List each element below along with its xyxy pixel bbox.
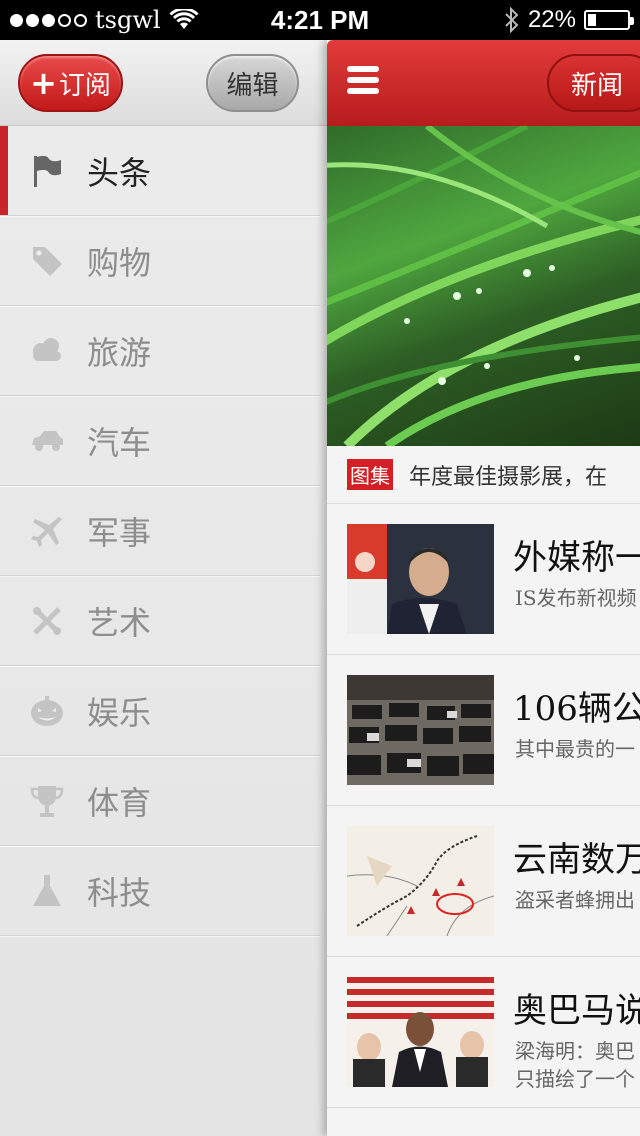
news-item[interactable]: 外媒称一 IS发布新视频 xyxy=(327,504,640,655)
subscribe-label: 订阅 xyxy=(58,70,111,101)
cloud-icon xyxy=(28,332,66,370)
sidebar-item-sports[interactable]: 体育 xyxy=(0,756,320,846)
news-thumbnail xyxy=(347,977,494,1087)
news-thumbnail xyxy=(347,524,494,634)
hero-caption-text: 年度最佳摄影展，在 xyxy=(409,464,608,490)
news-title: 云南数万 xyxy=(513,840,640,880)
battery-level xyxy=(588,14,597,26)
main-header: 新闻 xyxy=(327,40,640,126)
tab-news[interactable]: 新闻 xyxy=(547,54,640,112)
news-subtitle: IS发布新视频 xyxy=(515,586,637,610)
main-panel: 新闻 图集 年度最佳摄影展，在 外媒称一 IS发布新视频 106辆公 其中最贵的… xyxy=(327,40,640,1136)
tab-news-label: 新闻 xyxy=(571,70,624,101)
sidebar-item-military[interactable]: 军事 xyxy=(0,486,320,576)
news-subtitle: 盗采者蜂拥出 xyxy=(515,888,635,912)
sidebar-item-label: 艺术 xyxy=(87,603,152,642)
sidebar: + 订阅 编辑 头条 购物 旅游 汽车 军事 艺术 娱乐 体育 科技 xyxy=(0,40,327,1136)
sidebar-item-travel[interactable]: 旅游 xyxy=(0,306,320,396)
battery-icon xyxy=(584,10,634,30)
bluetooth-icon xyxy=(505,7,519,33)
flask-icon xyxy=(28,872,66,910)
car-icon xyxy=(28,422,66,460)
news-title: 106辆公 xyxy=(513,689,640,729)
tag-icon xyxy=(28,242,66,280)
sidebar-item-label: 旅游 xyxy=(87,333,152,372)
sidebar-item-label: 购物 xyxy=(87,243,152,282)
sidebar-item-shopping[interactable]: 购物 xyxy=(0,216,320,306)
sidebar-item-label: 科技 xyxy=(87,873,152,912)
status-right: 22% xyxy=(504,0,634,40)
news-thumbnail xyxy=(347,826,494,936)
news-thumbnail xyxy=(347,675,494,785)
sidebar-item-label: 汽车 xyxy=(87,423,152,462)
sidebar-toolbar: + 订阅 编辑 xyxy=(0,40,327,126)
hero-caption[interactable]: 图集 年度最佳摄影展，在 xyxy=(327,446,640,504)
news-item[interactable]: 云南数万 盗采者蜂拥出 xyxy=(327,806,640,957)
grass-photo xyxy=(327,126,640,446)
sidebar-item-art[interactable]: 艺术 xyxy=(0,576,320,666)
flag-icon xyxy=(28,152,66,190)
news-list: 外媒称一 IS发布新视频 106辆公 其中最贵的一 云南数万 盗采者蜂拥出 奥巴… xyxy=(327,504,640,1108)
hero-image[interactable] xyxy=(327,126,640,446)
news-title: 外媒称一 xyxy=(513,538,640,578)
news-title: 奥巴马说 xyxy=(513,991,640,1031)
sidebar-item-entertainment[interactable]: 娱乐 xyxy=(0,666,320,756)
sidebar-item-label: 军事 xyxy=(87,513,152,552)
pumpkin-icon xyxy=(28,692,66,730)
news-item[interactable]: 106辆公 其中最贵的一 xyxy=(327,655,640,806)
art-icon xyxy=(28,602,66,640)
edit-button[interactable]: 编辑 xyxy=(206,54,299,112)
airplane-icon xyxy=(28,512,66,550)
sidebar-item-auto[interactable]: 汽车 xyxy=(0,396,320,486)
trophy-icon xyxy=(28,782,66,820)
sidebar-item-headlines[interactable]: 头条 xyxy=(0,126,320,216)
sidebar-item-label: 娱乐 xyxy=(87,693,152,732)
menu-icon[interactable] xyxy=(347,66,379,98)
news-item[interactable]: 奥巴马说 梁海明：奥巴 只描绘了一个 xyxy=(327,957,640,1108)
status-bar: tsgwl 4:21 PM 22% xyxy=(0,0,640,40)
battery-percent: 22% xyxy=(527,6,576,33)
sidebar-item-label: 体育 xyxy=(87,783,152,822)
sidebar-item-label: 头条 xyxy=(87,153,152,192)
gallery-tag: 图集 xyxy=(347,459,393,490)
edit-label: 编辑 xyxy=(226,70,279,101)
news-subtitle-line: 只描绘了一个 xyxy=(515,1067,635,1091)
news-subtitle-line: 梁海明：奥巴 xyxy=(515,1039,635,1063)
plus-icon: + xyxy=(30,64,57,102)
sidebar-item-tech[interactable]: 科技 xyxy=(0,846,320,936)
news-subtitle: 梁海明：奥巴 只描绘了一个 xyxy=(515,1037,635,1093)
category-list: 头条 购物 旅游 汽车 军事 艺术 娱乐 体育 科技 xyxy=(0,126,327,936)
subscribe-button[interactable]: + 订阅 xyxy=(18,54,123,112)
news-subtitle: 其中最贵的一 xyxy=(515,737,635,761)
